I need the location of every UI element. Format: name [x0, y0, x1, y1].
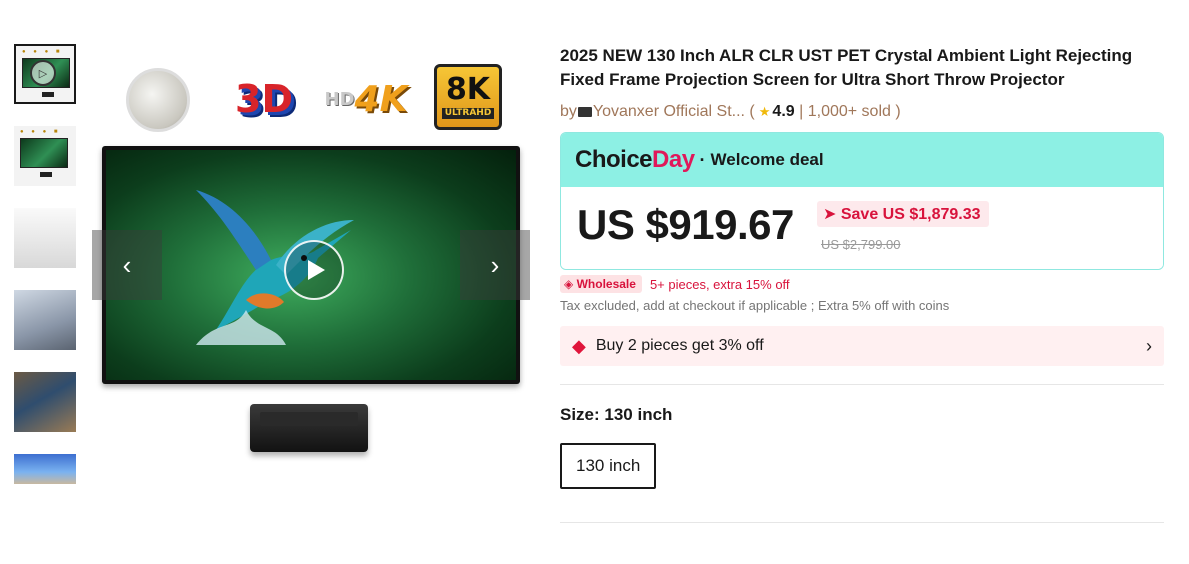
choiceday-logo: ChoiceDay [575, 146, 695, 174]
thumbnail-image[interactable]: ● ● ● ■ [14, 126, 76, 186]
day-word: Day [652, 146, 695, 173]
product-info-panel: 2025 NEW 130 Inch ALR CLR UST PET Crysta… [560, 44, 1164, 523]
eight-k-label: 8K [445, 72, 491, 107]
projector-image [42, 92, 54, 97]
rating-open-paren: ( [744, 103, 755, 120]
deal-separator: · [699, 149, 706, 170]
feature-badges: 3D HD 4K 8K ULTRAHD [122, 64, 502, 136]
store-logo-icon [577, 107, 592, 117]
rating-value: 4.9 [772, 103, 795, 120]
star-icon: ★ [758, 104, 771, 119]
tax-note: Tax excluded, add at checkout if applica… [560, 298, 950, 313]
store-line: by Yovanxer Official St... ( ★ 4.9 | 1,0… [560, 100, 1164, 124]
size-label: Size: 130 inch [560, 405, 673, 424]
store-prefix: by [560, 103, 577, 120]
divider [560, 522, 1164, 523]
play-video-button[interactable] [284, 240, 344, 300]
store-name-link[interactable]: Yovanxer Official St... [593, 103, 745, 121]
thumbnail-video[interactable]: ● ● ● ■ ▷ [14, 44, 76, 104]
price-tag-icon: ◆ [572, 335, 586, 356]
size-option-130-inch[interactable]: 130 inch [560, 443, 657, 489]
original-price: US $2,799.00 [821, 237, 901, 252]
choice-day-deal-box: ChoiceDay · Welcome deal US $919.67 ➤ Sa… [560, 132, 1164, 270]
current-price: US $919.67 [577, 201, 794, 248]
wholesale-label: Wholesale [576, 277, 636, 291]
thumbnail-screen [20, 138, 68, 168]
deal-price-area: US $919.67 ➤ Save US $1,879.33 US $2,799… [561, 187, 1163, 269]
wholesale-offer: 5+ pieces, extra 15% off [649, 276, 790, 292]
rating-close-paren: ) [890, 103, 901, 120]
projection-screen-image [102, 146, 520, 384]
deal-header: ChoiceDay · Welcome deal [561, 133, 1163, 187]
four-k-badge: HD 4K [324, 64, 408, 134]
product-title: 2025 NEW 130 Inch ALR CLR UST PET Crysta… [560, 46, 1133, 89]
thumbnail-image[interactable] [14, 208, 76, 268]
mirror-badge-icon [126, 68, 190, 132]
wholesale-row: ◈ Wholesale 5+ pieces, extra 15% off [560, 274, 1164, 294]
price-tag-icon: ➤ [823, 206, 837, 223]
badge-icons: ● ● ● ■ [22, 49, 63, 55]
four-k-label: 4K [354, 78, 408, 120]
next-image-button[interactable]: › [460, 230, 530, 300]
thumbnail-image[interactable] [14, 372, 76, 432]
sold-count: 1,000+ sold [807, 103, 891, 120]
thumbnail-image[interactable] [14, 290, 76, 350]
three-d-badge: 3D [235, 77, 293, 121]
hd-label: HD [324, 88, 355, 110]
welcome-deal-label: Welcome deal [710, 150, 824, 169]
save-amount: Save US $1,879.33 [840, 206, 981, 223]
thumbnail-image[interactable] [14, 454, 76, 484]
rating-separator: | [794, 103, 808, 120]
choice-word: Choice [575, 146, 653, 173]
wholesale-tag: ◈ Wholesale [560, 275, 642, 293]
play-icon [308, 260, 325, 280]
eight-k-badge: 8K ULTRAHD [434, 64, 502, 130]
chevron-right-icon: › [490, 249, 500, 280]
divider [560, 384, 1164, 385]
save-badge: ➤ Save US $1,879.33 [817, 201, 989, 227]
previous-image-button[interactable]: ‹ [92, 230, 162, 300]
tag-icon: ◈ [564, 277, 574, 291]
chevron-right-icon: › [1146, 335, 1152, 356]
bundle-promo-row[interactable]: ◆ Buy 2 pieces get 3% off › [560, 326, 1164, 366]
screen-content [106, 150, 516, 380]
ultrahd-label: ULTRAHD [441, 108, 495, 119]
promo-text: Buy 2 pieces get 3% off [595, 337, 764, 354]
main-product-image: 3D HD 4K 8K ULTRAHD ‹ › [92, 48, 530, 468]
play-icon: ▷ [30, 60, 56, 86]
chevron-left-icon: ‹ [122, 249, 132, 280]
badge-icons: ● ● ● ■ [20, 129, 61, 135]
projector-image [40, 172, 52, 177]
projector-image [250, 404, 368, 452]
